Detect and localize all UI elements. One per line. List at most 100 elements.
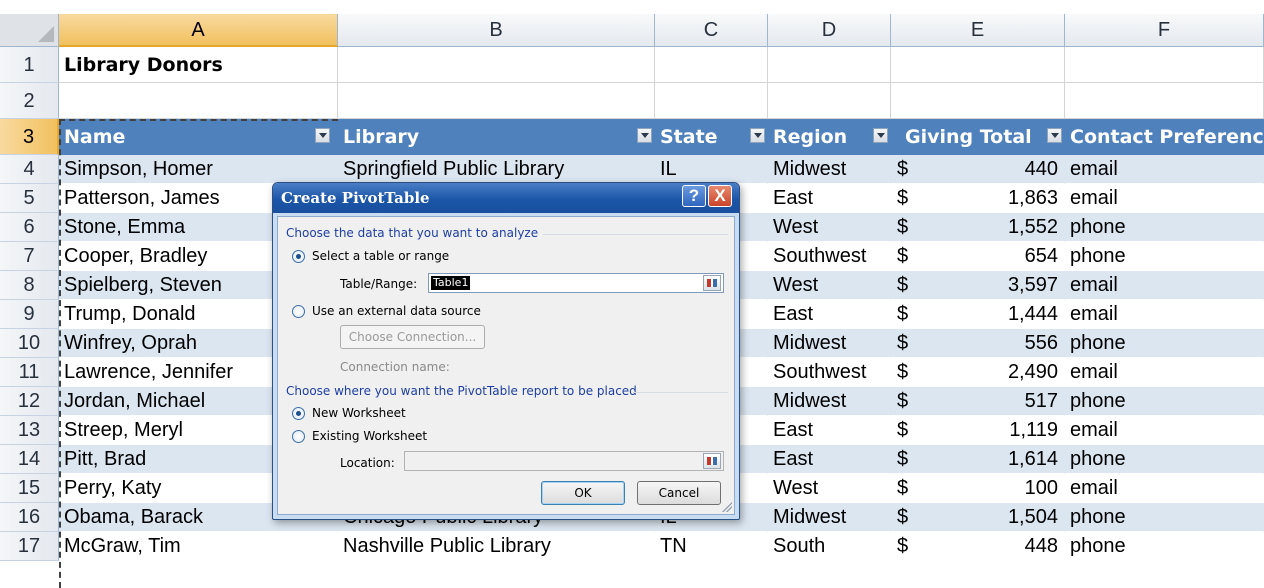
cell-giving[interactable]: $448	[891, 532, 1065, 561]
cell[interactable]	[1065, 47, 1264, 83]
cell-giving[interactable]: $1,444	[891, 300, 1065, 329]
cell-region[interactable]: Southwest	[768, 242, 891, 271]
cell-contact[interactable]: email	[1065, 474, 1264, 503]
cell-contact[interactable]: email	[1065, 271, 1264, 300]
row-header[interactable]: 16	[0, 503, 59, 532]
cell-contact[interactable]: email	[1065, 358, 1264, 387]
cell-region[interactable]: East	[768, 416, 891, 445]
cell-contact[interactable]: phone	[1065, 213, 1264, 242]
select-table-radio[interactable]	[292, 250, 305, 263]
cell[interactable]	[655, 83, 768, 119]
cell[interactable]	[768, 83, 891, 119]
cell-giving[interactable]: $1,863	[891, 184, 1065, 213]
row-header[interactable]: 5	[0, 184, 59, 213]
row-header[interactable]: 1	[0, 47, 59, 83]
cell-contact[interactable]: phone	[1065, 387, 1264, 416]
cell-name[interactable]: Simpson, Homer	[59, 155, 338, 184]
filter-dropdown-icon[interactable]	[873, 128, 888, 143]
column-header-d[interactable]: D	[768, 14, 891, 47]
cell-contact[interactable]: email	[1065, 184, 1264, 213]
cell-giving[interactable]: $1,504	[891, 503, 1065, 532]
location-input[interactable]	[404, 451, 724, 471]
cell-state[interactable]: TN	[655, 532, 768, 561]
row-header[interactable]: 15	[0, 474, 59, 503]
cell-giving[interactable]: $556	[891, 329, 1065, 358]
cell-giving[interactable]: $1,119	[891, 416, 1065, 445]
row-header[interactable]: 12	[0, 387, 59, 416]
filter-dropdown-icon[interactable]	[637, 128, 652, 143]
cell-contact[interactable]: email	[1065, 155, 1264, 184]
cell-region[interactable]: South	[768, 532, 891, 561]
column-header-a[interactable]: A	[59, 14, 338, 47]
row-header[interactable]: 17	[0, 532, 59, 561]
cell-contact[interactable]: email	[1065, 416, 1264, 445]
row-header[interactable]: 7	[0, 242, 59, 271]
cell-giving[interactable]: $1,614	[891, 445, 1065, 474]
collapse-dialog-icon[interactable]	[703, 275, 721, 291]
cell-region[interactable]: Midwest	[768, 155, 891, 184]
cell-giving[interactable]: $100	[891, 474, 1065, 503]
table-header-name[interactable]: Name	[59, 119, 338, 155]
cell[interactable]	[768, 47, 891, 83]
help-button[interactable]: ?	[682, 185, 706, 207]
column-header-e[interactable]: E	[891, 14, 1065, 47]
cell-giving[interactable]: $517	[891, 387, 1065, 416]
cell-library[interactable]: Springfield Public Library	[338, 155, 655, 184]
cell-contact[interactable]: phone	[1065, 532, 1264, 561]
close-button[interactable]: X	[708, 185, 732, 207]
cell-contact[interactable]: email	[1065, 300, 1264, 329]
dialog-title-bar[interactable]: Create PivotTable ? X	[273, 183, 739, 213]
row-header[interactable]: 10	[0, 329, 59, 358]
cell-state[interactable]: IL	[655, 155, 768, 184]
row-header[interactable]: 3	[0, 119, 59, 155]
table-header-giving[interactable]: Giving Total	[891, 119, 1065, 155]
row-header[interactable]: 4	[0, 155, 59, 184]
cell-region[interactable]: East	[768, 184, 891, 213]
row-header[interactable]: 8	[0, 271, 59, 300]
cell-region[interactable]: Midwest	[768, 329, 891, 358]
column-header-f[interactable]: F	[1065, 14, 1264, 47]
select-all-button[interactable]	[0, 14, 59, 47]
row-header[interactable]: 6	[0, 213, 59, 242]
cell-region[interactable]: West	[768, 474, 891, 503]
cell-region[interactable]: East	[768, 445, 891, 474]
cancel-button[interactable]: Cancel	[637, 481, 721, 505]
ok-button[interactable]: OK	[541, 481, 625, 505]
table-header-library[interactable]: Library	[338, 119, 655, 155]
cell[interactable]	[655, 47, 768, 83]
column-header-c[interactable]: C	[655, 14, 768, 47]
cell-giving[interactable]: $3,597	[891, 271, 1065, 300]
filter-dropdown-icon[interactable]	[1047, 128, 1062, 143]
row-header[interactable]: 11	[0, 358, 59, 387]
collapse-dialog-icon[interactable]	[703, 453, 721, 469]
existing-worksheet-radio[interactable]	[292, 430, 305, 443]
resize-grip-icon[interactable]	[722, 502, 732, 512]
table-header-contact[interactable]: Contact Preferenc	[1065, 119, 1264, 155]
table-range-input[interactable]: Table1	[428, 273, 724, 293]
external-source-radio[interactable]	[292, 305, 305, 318]
cell-region[interactable]: West	[768, 271, 891, 300]
column-header-b[interactable]: B	[338, 14, 655, 47]
row-header[interactable]: 9	[0, 300, 59, 329]
cell[interactable]	[59, 83, 338, 119]
cell-region[interactable]: West	[768, 213, 891, 242]
cell-region[interactable]: East	[768, 300, 891, 329]
row-header[interactable]: 2	[0, 83, 59, 119]
new-worksheet-label[interactable]: New Worksheet	[312, 406, 406, 420]
row-header[interactable]: 13	[0, 416, 59, 445]
cell-giving[interactable]: $440	[891, 155, 1065, 184]
cell-library[interactable]: Nashville Public Library	[338, 532, 655, 561]
cell[interactable]	[1065, 83, 1264, 119]
cell-contact[interactable]: phone	[1065, 329, 1264, 358]
cell-region[interactable]: Midwest	[768, 387, 891, 416]
cell-contact[interactable]: phone	[1065, 503, 1264, 532]
cell-giving[interactable]: $654	[891, 242, 1065, 271]
cell-name[interactable]: McGraw, Tim	[59, 532, 338, 561]
cell[interactable]	[338, 47, 655, 83]
cell[interactable]	[891, 47, 1065, 83]
filter-dropdown-icon[interactable]	[315, 128, 330, 143]
filter-dropdown-icon[interactable]	[750, 128, 765, 143]
cell-contact[interactable]: phone	[1065, 445, 1264, 474]
cell-giving[interactable]: $2,490	[891, 358, 1065, 387]
title-cell[interactable]: Library Donors	[59, 47, 338, 83]
